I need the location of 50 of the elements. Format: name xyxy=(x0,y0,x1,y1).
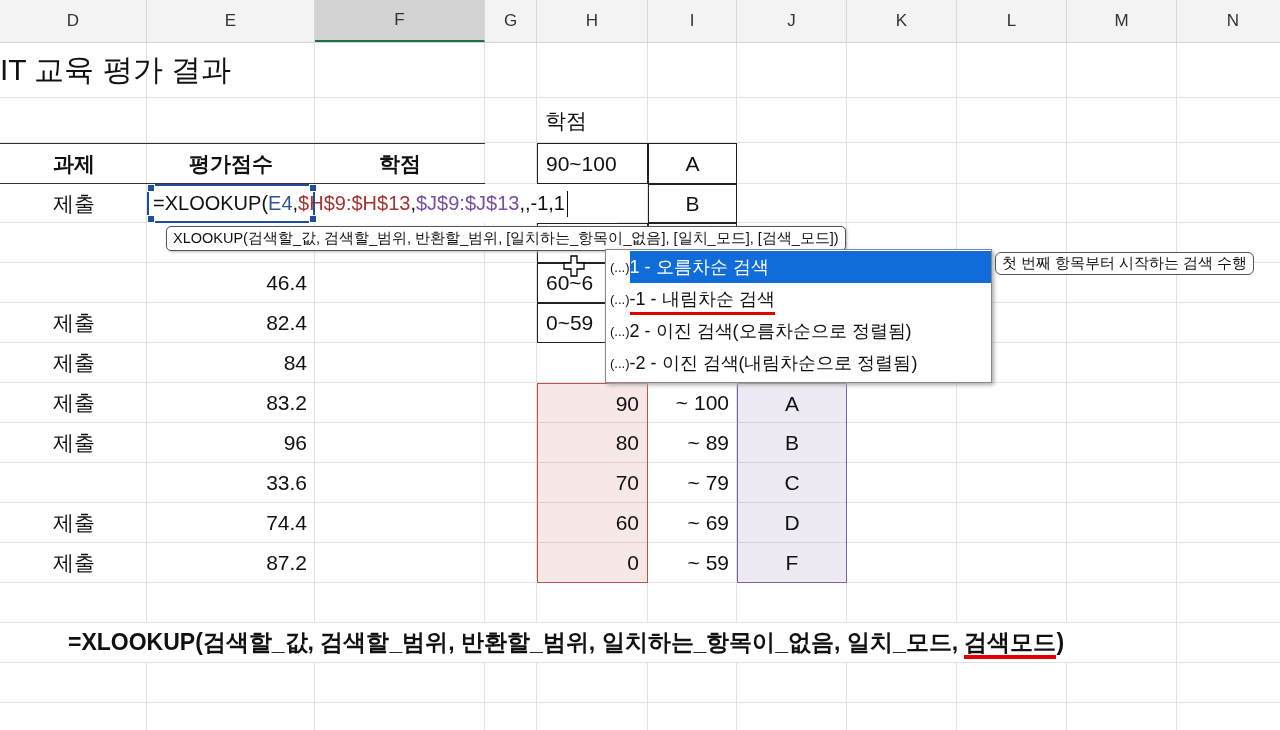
column-header[interactable]: G xyxy=(485,0,537,42)
table-cell: 60 xyxy=(537,503,648,543)
column-header[interactable]: H xyxy=(537,0,648,42)
table-cell-text: 제출 xyxy=(51,550,96,576)
table-cell: C xyxy=(737,463,847,503)
sheet-title: IT 교육 평가 결과 xyxy=(0,52,233,88)
table-cell: A xyxy=(737,383,847,423)
function-tooltip: XLOOKUP(검색할_값, 검색할_범위, 반환할_범위, [일치하는_항목이_없음], [일치_모드], [검색_모드]) xyxy=(166,226,846,251)
column-header[interactable]: I xyxy=(648,0,737,42)
table-cell-text: 82.4 xyxy=(265,310,308,336)
table-cell-text: ~ 100 xyxy=(674,390,730,416)
table-cell-text: 제출 xyxy=(51,430,96,456)
column-header[interactable]: K xyxy=(847,0,957,42)
column-header[interactable]: M xyxy=(1067,0,1177,42)
table-cell: 90~100 xyxy=(537,143,648,184)
table-cell-text: ~ 69 xyxy=(686,510,730,536)
table-cell-text: 96 xyxy=(282,430,308,456)
table-cell: 80 xyxy=(537,423,648,463)
column-header[interactable]: N xyxy=(1177,0,1280,42)
autocomplete-item[interactable]: (...)-2 - 이진 검색(내림차순으로 정렬됨) xyxy=(606,347,991,379)
column-header[interactable]: F xyxy=(315,0,485,42)
table-cell-text: 33.6 xyxy=(265,470,308,496)
table-cell: D xyxy=(737,503,847,543)
table-cell-text: 제출 xyxy=(51,510,96,536)
table-cell: 70 xyxy=(537,463,648,503)
table-cell: A xyxy=(648,143,737,184)
table-cell-text: 83.2 xyxy=(265,390,308,416)
table-cell-text: ~ 59 xyxy=(686,550,730,576)
table-cell-text: 84 xyxy=(282,350,308,376)
table-cell-text: ~ 79 xyxy=(686,470,730,496)
column-header[interactable]: D xyxy=(0,0,147,42)
table-cell-text: 학점 xyxy=(544,107,588,134)
table-cell: B xyxy=(737,423,847,463)
table-cell-text: 제출 xyxy=(51,390,96,416)
option-tooltip: 첫 번째 항목부터 시작하는 검색 수행 xyxy=(995,252,1255,275)
column-heading: 과제 xyxy=(0,143,147,184)
cursor-icon xyxy=(563,255,585,277)
table-cell-text: 제출 xyxy=(51,310,96,336)
table-cell: 0 xyxy=(537,543,648,583)
table-cell-text: 87.2 xyxy=(265,550,308,576)
table-cell: F xyxy=(737,543,847,583)
column-header[interactable]: L xyxy=(957,0,1067,42)
table-cell-text: 제출 xyxy=(51,350,96,376)
table-cell-text: 74.4 xyxy=(265,510,308,536)
table-cell: 90 xyxy=(537,383,648,423)
table-cell-text: 제출 xyxy=(51,190,96,217)
table-cell-text: 46.4 xyxy=(265,270,308,296)
table-cell-text: ~ 89 xyxy=(686,430,730,456)
table-cell: B xyxy=(648,184,737,223)
column-header[interactable]: J xyxy=(737,0,847,42)
